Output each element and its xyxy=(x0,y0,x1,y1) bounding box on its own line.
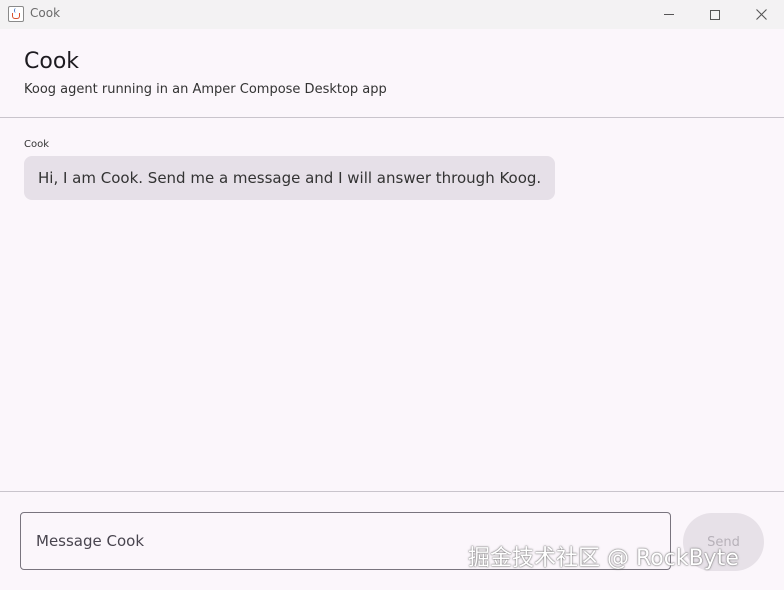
window-title: Cook xyxy=(30,6,61,20)
message-list[interactable]: Cook Hi, I am Cook. Send me a message an… xyxy=(0,118,784,491)
maximize-icon xyxy=(710,9,720,20)
app-header: Cook Koog agent running in an Amper Comp… xyxy=(0,29,784,117)
close-button[interactable] xyxy=(738,0,784,29)
maximize-button[interactable] xyxy=(692,0,738,29)
app-window: Cook Cook Koog agent running in an Amper… xyxy=(0,0,784,590)
send-button[interactable]: Send xyxy=(683,513,764,571)
java-cup-icon xyxy=(8,6,24,22)
close-icon xyxy=(755,9,767,20)
message-input[interactable] xyxy=(20,512,671,570)
page-subtitle: Koog agent running in an Amper Compose D… xyxy=(24,82,387,97)
minimize-button[interactable] xyxy=(646,0,692,29)
title-bar[interactable]: Cook xyxy=(0,0,784,29)
message-bubble: Hi, I am Cook. Send me a message and I w… xyxy=(24,156,556,200)
message-sender: Cook xyxy=(24,139,50,150)
page-title: Cook xyxy=(24,49,80,74)
composer: Send xyxy=(0,492,784,590)
message-text: Hi, I am Cook. Send me a message and I w… xyxy=(38,169,542,187)
minimize-icon xyxy=(664,14,674,15)
